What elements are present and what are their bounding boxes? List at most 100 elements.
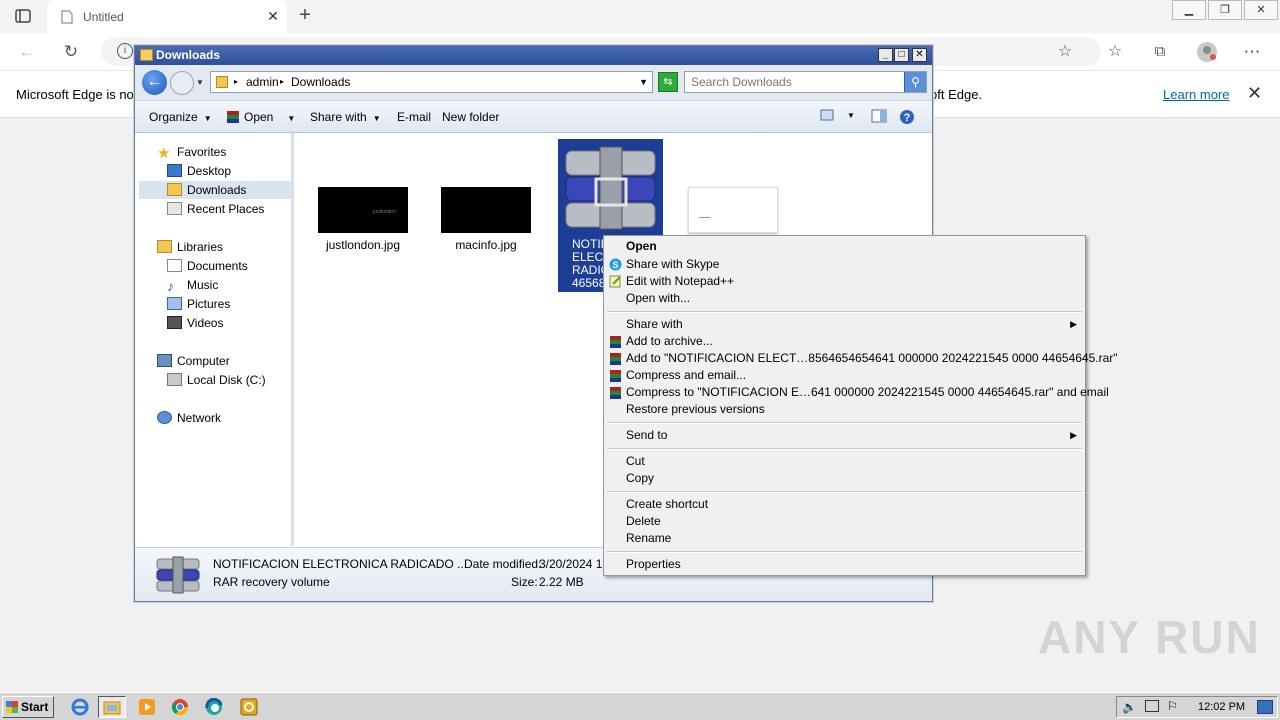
file-item[interactable]: macinfo.jpg (438, 187, 534, 257)
menu-item-cut[interactable]: Cut (606, 453, 1083, 470)
restore-button[interactable]: ❐ (1208, 0, 1242, 20)
nav-network[interactable]: Network (157, 409, 221, 427)
nav-local-disk[interactable]: Local Disk (C:) (167, 371, 266, 389)
chrome-taskbar-icon[interactable] (166, 696, 194, 718)
chevron-right-icon[interactable]: ▸ (280, 77, 284, 86)
minimize-button[interactable]: ▁ (1172, 0, 1206, 20)
share-with-button[interactable]: Share with ▼ (310, 110, 381, 124)
menu-item-add-archive[interactable]: Add to archive... (606, 333, 1083, 350)
svg-text:?: ? (904, 112, 911, 124)
nav-local-disk-label: Local Disk (C:) (187, 373, 266, 387)
new-folder-button[interactable]: New folder (442, 110, 499, 124)
nav-libraries[interactable]: Libraries (157, 238, 223, 256)
menu-item-share-skype[interactable]: S Share with Skype (606, 256, 1083, 273)
new-tab-button[interactable]: + (292, 4, 318, 28)
system-tray: 🔈 ⚐ 12:02 PM (1116, 696, 1278, 718)
learn-more-link[interactable]: Learn more (1163, 87, 1229, 102)
nav-downloads[interactable]: Downloads (139, 181, 292, 199)
collections-icon[interactable]: ⧉ (1147, 39, 1173, 65)
nav-documents[interactable]: Documents (167, 257, 248, 275)
chevron-right-icon[interactable]: ▸ (234, 77, 238, 86)
info-icon[interactable]: i (117, 43, 133, 59)
search-icon[interactable]: ⚲ (904, 72, 926, 92)
nav-pictures[interactable]: Pictures (167, 295, 230, 313)
explorer-maximize-button[interactable]: □ (894, 48, 909, 62)
nav-videos[interactable]: Videos (167, 314, 223, 332)
preview-pane-icon[interactable] (871, 109, 887, 123)
infobar-close-icon[interactable]: ✕ (1247, 83, 1262, 104)
menu-item-rename[interactable]: Rename (606, 530, 1083, 547)
nav-documents-label: Documents (187, 259, 248, 273)
breadcrumb-admin[interactable]: admin (246, 75, 279, 89)
profile-avatar[interactable] (1194, 39, 1220, 65)
menu-item-add-to-rar[interactable]: Add to "NOTIFICACION ELECT…8564654654641… (606, 350, 1118, 367)
winrar-icon (227, 111, 239, 123)
app-taskbar-icon[interactable] (235, 696, 263, 718)
nav-computer[interactable]: Computer (157, 352, 230, 370)
open-button[interactable]: Open ▼ (226, 110, 295, 124)
tab-title: Untitled (83, 9, 124, 24)
nav-recent-places[interactable]: Recent Places (167, 200, 264, 218)
menu-item-compress-email[interactable]: Compress and email... (606, 367, 1083, 384)
breadcrumb-downloads[interactable]: Downloads (291, 75, 350, 89)
nav-desktop[interactable]: Desktop (167, 162, 231, 180)
menu-item-compress-to-rar-email[interactable]: Compress to "NOTIFICACION E…641 000000 2… (606, 384, 1109, 401)
show-desktop-icon[interactable] (1257, 700, 1273, 714)
menu-item-open[interactable]: Open (606, 238, 1083, 255)
menu-item-share-with[interactable]: Share with ▶ (606, 316, 1083, 333)
forward-button[interactable] (170, 71, 194, 95)
email-button[interactable]: E-mail (397, 110, 431, 124)
menu-item-send-to[interactable]: Send to ▶ (606, 427, 1083, 444)
winrar-icon (610, 370, 621, 382)
refresh-button[interactable]: ⇆ (658, 72, 678, 92)
explorer-address-bar[interactable]: ▸ admin ▸ Downloads ▼ (210, 71, 653, 93)
network-tray-icon[interactable] (1145, 700, 1159, 712)
search-box[interactable]: ⚲ (684, 71, 927, 93)
winrar-icon (610, 336, 621, 348)
search-input[interactable] (685, 72, 905, 92)
view-dropdown-icon[interactable]: ▼ (847, 111, 863, 125)
nav-favorites[interactable]: ★ Favorites (157, 143, 226, 162)
action-center-flag-icon[interactable]: ⚐ (1167, 699, 1178, 713)
media-player-taskbar-icon[interactable] (133, 696, 161, 718)
change-view-icon[interactable] (820, 109, 836, 123)
help-icon[interactable]: ? (899, 109, 915, 124)
history-dropdown-icon[interactable]: ▼ (196, 78, 204, 87)
organize-button[interactable]: Organize ▼ (149, 110, 212, 124)
ie-taskbar-icon[interactable] (66, 696, 94, 718)
volume-icon[interactable]: 🔈 (1122, 700, 1137, 714)
edge-taskbar-icon[interactable] (200, 696, 228, 718)
tab-actions-button[interactable] (10, 6, 36, 26)
back-arrow-icon[interactable]: ← (14, 39, 40, 65)
menu-item-create-shortcut[interactable]: Create shortcut (606, 496, 1083, 513)
menu-item-properties[interactable]: Properties (606, 556, 1083, 573)
more-menu-icon[interactable]: ⋯ (1239, 39, 1265, 65)
file-item[interactable]: justlondon justlondon.jpg (315, 187, 411, 257)
close-window-button[interactable]: ✕ (1244, 0, 1278, 20)
explorer-minimize-button[interactable]: _ (878, 48, 893, 62)
menu-item-delete[interactable]: Delete (606, 513, 1083, 530)
back-button[interactable]: ← (142, 70, 167, 95)
menu-item-open-with[interactable]: Open with... (606, 290, 1083, 307)
folder-icon (216, 76, 228, 88)
menu-item-edit-notepad[interactable]: Edit with Notepad++ (606, 273, 1083, 290)
browser-tab[interactable]: Untitled ✕ (47, 0, 287, 33)
explorer-taskbar-icon[interactable] (98, 696, 126, 718)
nav-music-label: Music (187, 278, 219, 292)
tab-close-icon[interactable]: ✕ (259, 8, 287, 25)
nav-music[interactable]: ♪ Music (167, 276, 218, 294)
add-favorite-icon[interactable]: ☆ (1052, 39, 1078, 65)
explorer-title-bar[interactable]: Downloads _ □ ✕ (135, 46, 932, 65)
start-button[interactable]: Start (2, 696, 54, 718)
details-file-type: RAR recovery volume (213, 575, 330, 589)
menu-item-label: Edit with Notepad++ (626, 274, 735, 288)
folder-icon (140, 49, 153, 61)
chevron-down-icon[interactable]: ▼ (639, 77, 648, 87)
menu-item-restore-versions[interactable]: Restore previous versions (606, 401, 1083, 418)
favorites-icon[interactable]: ☆ (1102, 39, 1128, 65)
menu-item-copy[interactable]: Copy (606, 470, 1083, 487)
explorer-close-button[interactable]: ✕ (912, 48, 927, 62)
winrar-icon (610, 387, 621, 399)
refresh-icon[interactable]: ↻ (58, 39, 84, 65)
clock[interactable]: 12:02 PM (1198, 701, 1245, 713)
